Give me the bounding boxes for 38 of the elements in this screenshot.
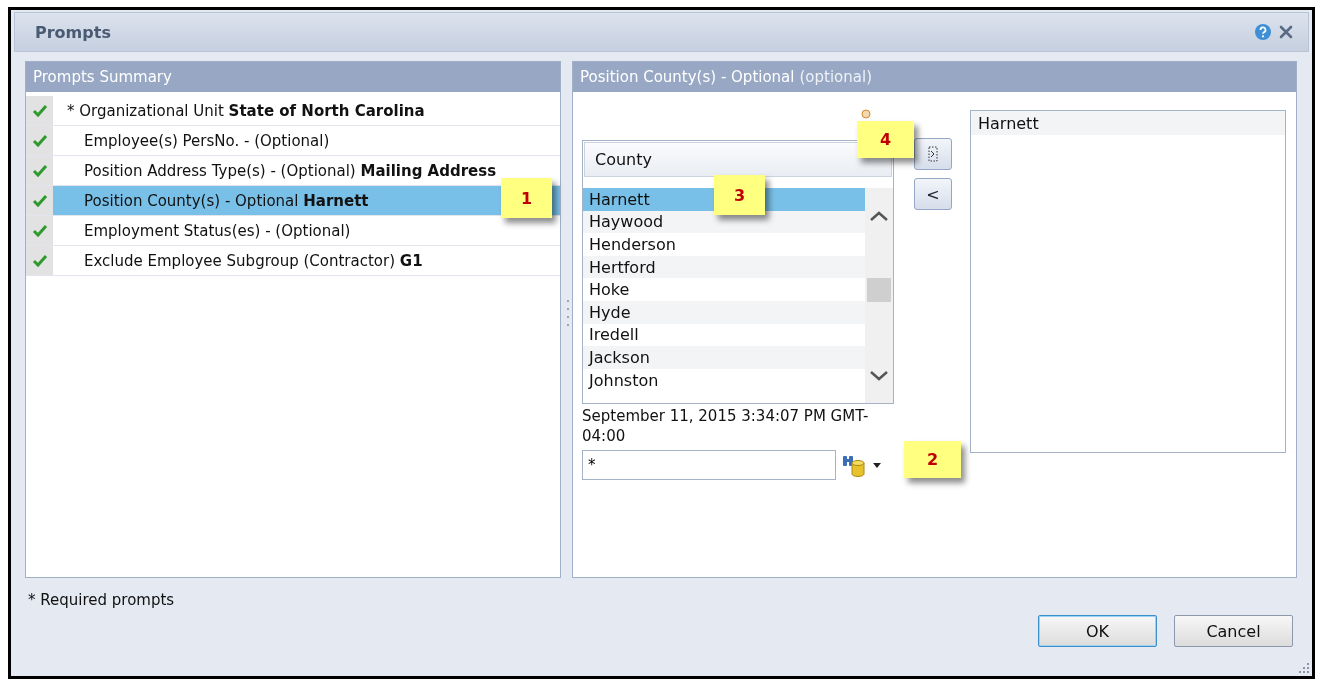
list-item[interactable]: Harnett (971, 111, 1285, 135)
window-title: Prompts (35, 22, 112, 42)
timestamp: September 11, 2015 3:34:07 PM GMT-04:00 (582, 406, 870, 446)
remove-button[interactable]: < (914, 178, 952, 210)
prompt-row[interactable]: * Organizational Unit State of North Carolina (53, 96, 560, 125)
scrollbar[interactable] (865, 188, 893, 403)
add-icon (926, 144, 940, 164)
callout-note: 2 (904, 441, 961, 478)
selected-values-list[interactable]: Harnett (970, 110, 1286, 453)
optional-hint: (optional) (799, 68, 872, 86)
search-field[interactable]: * (582, 450, 836, 480)
list-item[interactable]: Johnston (589, 370, 659, 390)
list-item[interactable]: Jackson (589, 347, 650, 367)
ok-button[interactable]: OK (1038, 615, 1157, 647)
splitter-handle-icon[interactable] (566, 300, 570, 326)
cancel-button[interactable]: Cancel (1174, 615, 1293, 647)
panel-title: Prompts Summary (33, 68, 172, 86)
prompt-row[interactable]: Exclude Employee Subgroup (Contractor) G1 (53, 246, 560, 275)
list-item[interactable]: Hyde (589, 302, 631, 322)
callout-note: 1 (501, 178, 552, 218)
resize-grip-icon[interactable] (1297, 661, 1310, 674)
list-item[interactable]: Hertford (589, 257, 656, 277)
info-icon (861, 109, 871, 119)
footnote: * Required prompts (28, 591, 175, 609)
caret-icon[interactable] (872, 461, 882, 469)
callout-note: 4 (857, 121, 914, 158)
add-button[interactable] (914, 138, 952, 170)
close-icon[interactable] (1278, 24, 1294, 40)
list-item[interactable]: Iredell (589, 325, 639, 345)
list-item[interactable]: Hoke (589, 280, 630, 300)
list-item[interactable]: Harnett (589, 189, 650, 209)
list-item[interactable]: Henderson (589, 235, 676, 254)
prompt-row[interactable]: Employee(s) PersNo. - (Optional) (53, 126, 560, 155)
scroll-thumb[interactable] (867, 278, 891, 302)
prompt-row[interactable]: Employment Status(es) - (Optional) (53, 216, 560, 245)
help-icon[interactable] (1254, 23, 1272, 41)
callout-note: 3 (714, 175, 765, 215)
panel-title: Position County(s) - Optional (580, 68, 795, 86)
